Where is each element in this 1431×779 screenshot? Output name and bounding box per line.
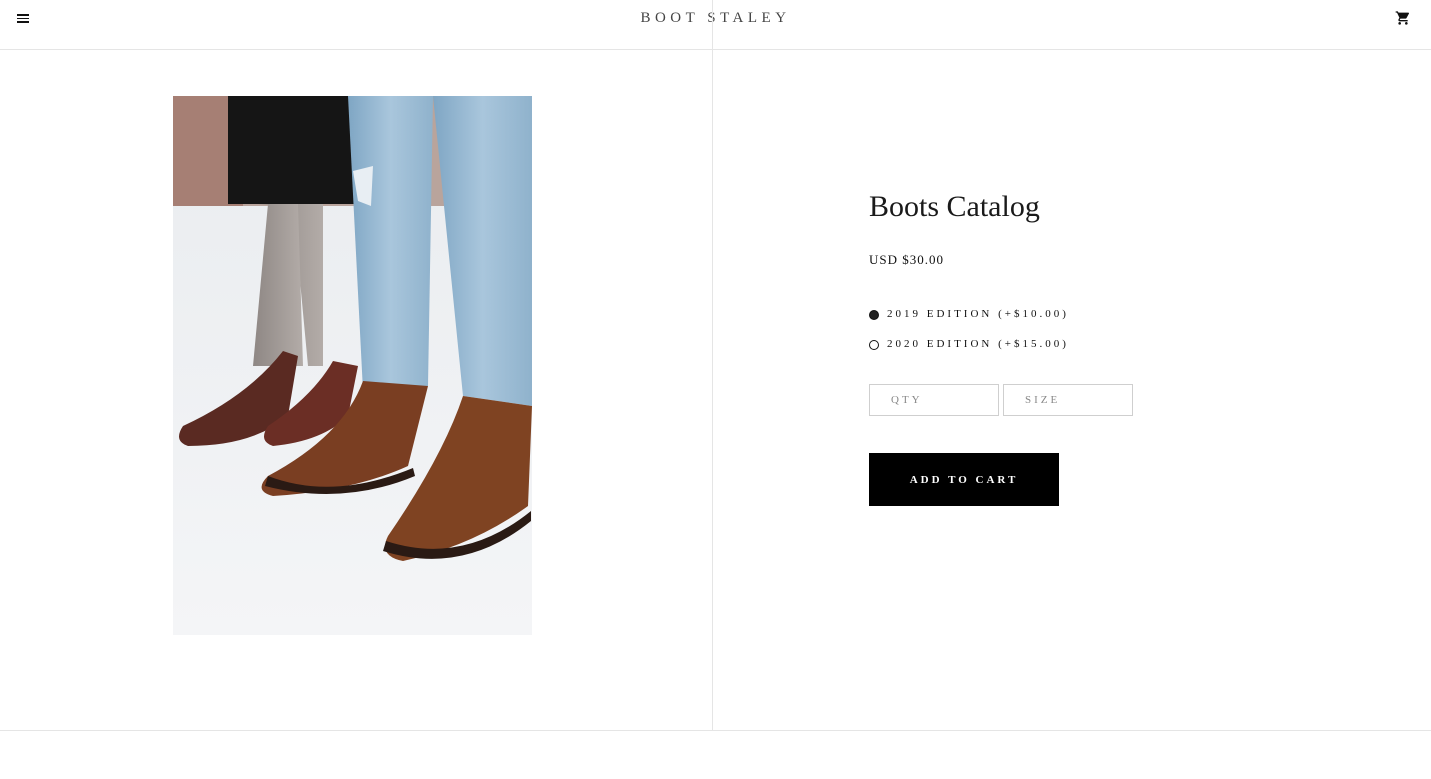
cart-icon: [1395, 11, 1410, 25]
product-image: [173, 96, 532, 635]
cart-button[interactable]: [1395, 10, 1411, 26]
product-title: Boots Catalog: [869, 190, 1040, 223]
menu-button[interactable]: [17, 12, 31, 26]
option-label: 2020 EDITION (+$15.00): [887, 338, 1069, 350]
brand-logo: BOOT STALEY: [0, 10, 1431, 27]
column-divider: [712, 0, 713, 731]
menu-icon: [17, 14, 31, 23]
radio-unselected-icon[interactable]: [869, 340, 879, 350]
qty-input[interactable]: [869, 384, 999, 416]
top-header: BOOT STALEY: [0, 0, 1431, 50]
brand-name[interactable]: BOOT STALEY: [640, 10, 790, 26]
boots-photo-illustration: [173, 96, 532, 635]
add-to-cart-button[interactable]: ADD TO CART: [869, 453, 1059, 506]
product-price: USD $30.00: [869, 252, 945, 267]
radio-selected-icon[interactable]: [869, 310, 879, 320]
size-input[interactable]: [1003, 384, 1133, 416]
option-label: 2019 EDITION (+$10.00): [887, 308, 1069, 320]
product-section: Boots Catalog USD $30.00 2019 EDITION (+…: [0, 0, 1431, 731]
